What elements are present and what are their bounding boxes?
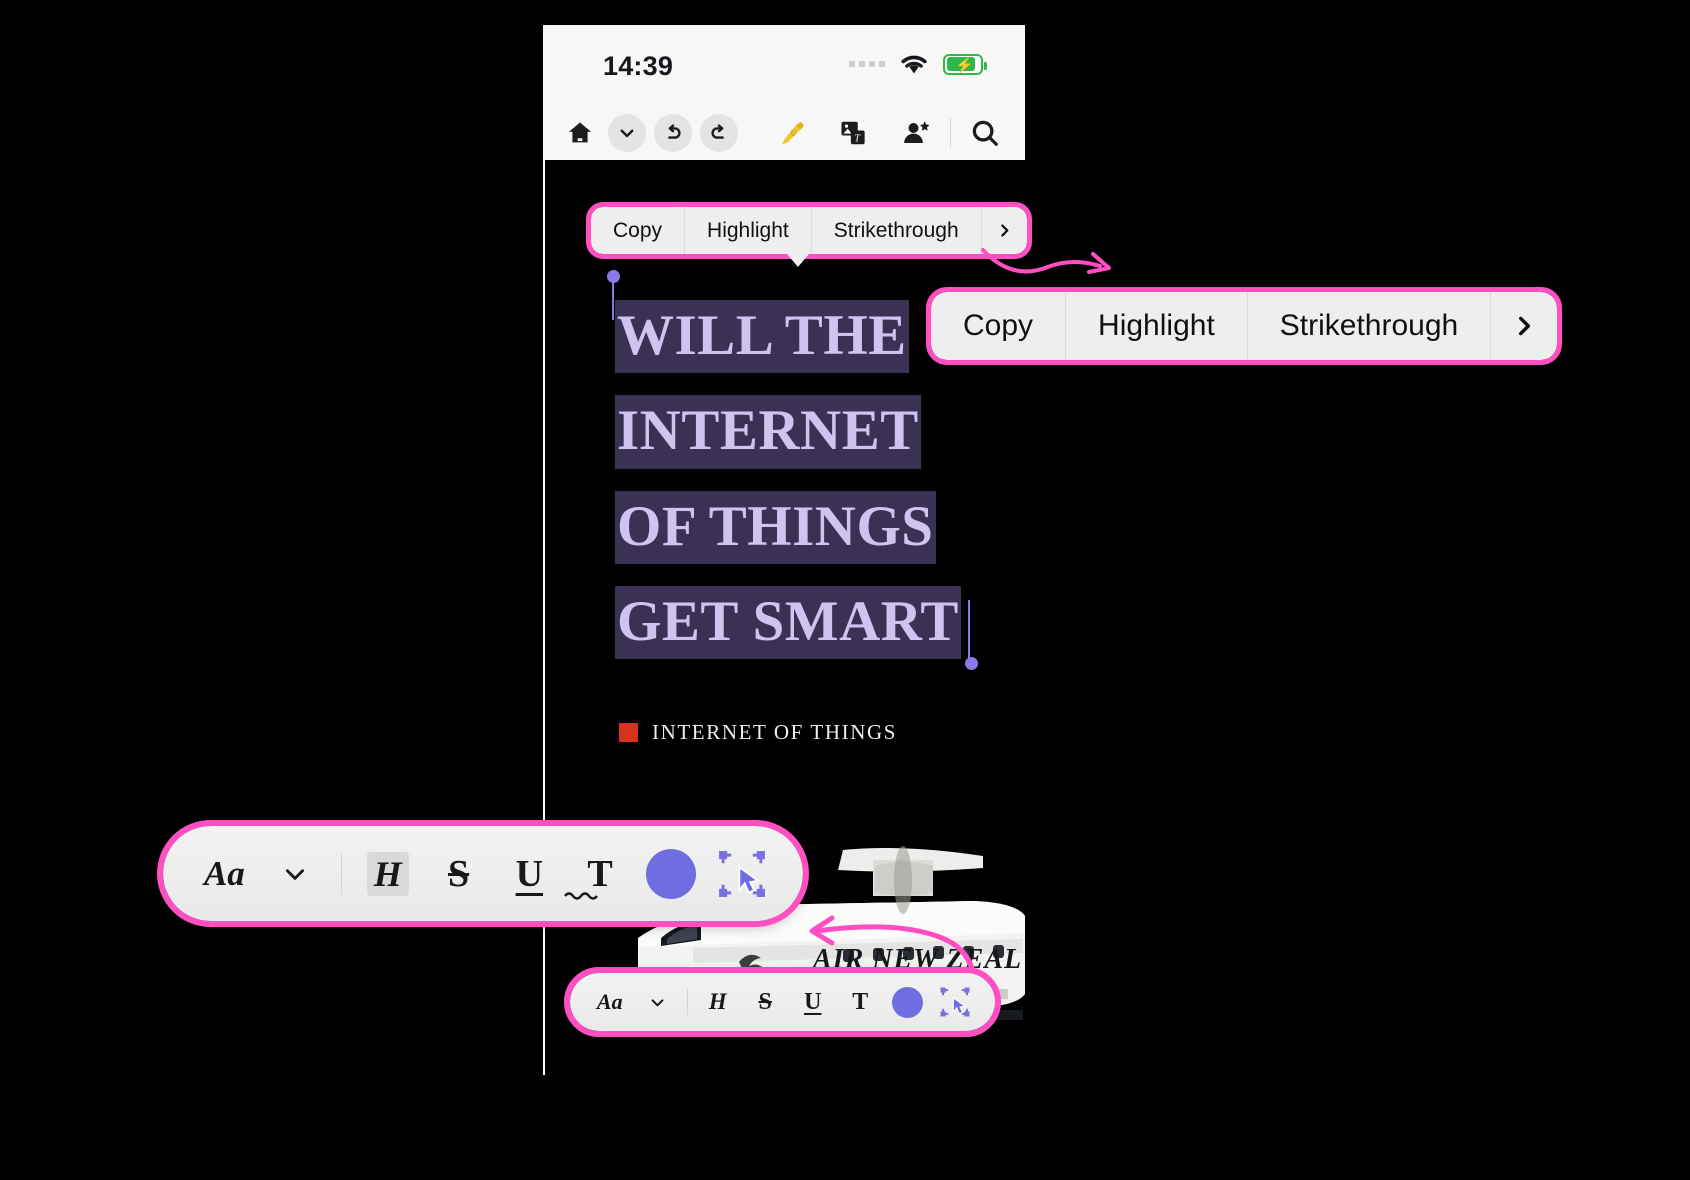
underline-icon[interactable]: U — [494, 844, 565, 904]
svg-text:AIR NEW ZEAL: AIR NEW ZEAL — [811, 944, 1022, 975]
select-region-icon[interactable] — [931, 983, 979, 1021]
status-indicators: ⚡ — [849, 53, 987, 75]
svg-text:U: U — [791, 128, 797, 137]
underline-label: U — [804, 988, 822, 1015]
chevron-right-icon[interactable] — [982, 207, 1027, 254]
chevron-right-icon[interactable] — [1491, 292, 1557, 360]
home-icon[interactable] — [560, 113, 600, 153]
caption-text: INTERNET OF THINGS — [652, 720, 898, 744]
chevron-down-icon[interactable] — [634, 983, 682, 1021]
context-menu-item-strikethrough[interactable]: Strikethrough — [1248, 292, 1492, 360]
highlighter-icon[interactable]: U — [772, 113, 812, 153]
toolbar-divider — [687, 989, 688, 1015]
person-add-icon[interactable] — [896, 113, 936, 153]
heading-icon[interactable]: H — [694, 983, 742, 1021]
underline-icon[interactable]: U — [789, 983, 837, 1021]
signal-dots-icon — [849, 61, 885, 67]
text-squiggle-label: T — [852, 988, 869, 1015]
screenshot-root: 14:39 ⚡ U T WILL THE INTERNET OF THINGS … — [0, 0, 1690, 1180]
app-toolbar: U T — [543, 105, 1025, 160]
context-menu-item-highlight[interactable]: Highlight — [685, 207, 812, 254]
toolbar-divider — [950, 117, 951, 148]
selection-caret-start — [612, 276, 614, 320]
selection-handle-end[interactable] — [965, 657, 978, 670]
context-menu-item-highlight[interactable]: Highlight — [1066, 292, 1248, 360]
headline-line[interactable]: OF THINGS — [615, 490, 936, 564]
heading-label: H — [366, 851, 409, 896]
headline-line[interactable]: INTERNET — [615, 395, 921, 469]
toolbar-divider — [340, 853, 343, 894]
chevron-down-icon[interactable] — [260, 844, 331, 904]
font-style-aa-icon[interactable]: Aa — [586, 983, 634, 1021]
context-menu-item-strikethrough[interactable]: Strikethrough — [812, 207, 982, 254]
image-text-icon[interactable]: T — [834, 113, 874, 153]
strikethrough-icon[interactable]: S — [741, 983, 789, 1021]
battery-charging-icon: ⚡ — [943, 53, 987, 75]
format-toolbar-magnified[interactable]: Aa H S U T — [157, 820, 809, 927]
wifi-icon — [899, 53, 929, 75]
context-menu-item-copy[interactable]: Copy — [591, 207, 686, 254]
underline-label: U — [515, 852, 544, 895]
strikethrough-icon[interactable]: S — [423, 844, 494, 904]
strikethrough-label: S — [758, 988, 772, 1015]
text-squiggle-label: T — [587, 852, 613, 895]
undo-icon[interactable] — [654, 113, 692, 152]
context-menu-item-copy[interactable]: Copy — [931, 292, 1067, 360]
headline-line[interactable]: GET SMART — [615, 585, 961, 659]
font-style-aa-icon[interactable]: Aa — [189, 844, 260, 904]
strikethrough-label: S — [447, 852, 470, 895]
caption-marker-icon — [619, 723, 638, 742]
search-icon[interactable] — [965, 113, 1005, 153]
context-menu-magnified[interactable]: Copy Highlight Strikethrough — [925, 287, 1563, 365]
select-region-icon[interactable] — [706, 844, 777, 904]
chevron-down-icon[interactable] — [608, 113, 646, 152]
color-swatch[interactable] — [884, 983, 932, 1021]
format-toolbar-small[interactable]: Aa H S U T — [564, 967, 1001, 1037]
phone-left-edge — [543, 160, 545, 1075]
caption-row: INTERNET OF THINGS — [619, 720, 897, 745]
status-bar: 14:39 ⚡ — [543, 25, 1025, 105]
text-squiggle-icon[interactable]: T — [836, 983, 884, 1021]
status-time: 14:39 — [603, 51, 674, 81]
redo-icon[interactable] — [700, 113, 738, 152]
context-menu-small[interactable]: Copy Highlight Strikethrough — [586, 202, 1032, 267]
text-squiggle-icon[interactable]: T — [564, 844, 636, 904]
headline-line[interactable]: WILL THE — [615, 300, 909, 374]
color-swatch[interactable] — [635, 844, 706, 904]
heading-label: H — [708, 989, 727, 1014]
selection-caret-end — [968, 600, 970, 662]
heading-icon[interactable]: H — [352, 844, 423, 904]
